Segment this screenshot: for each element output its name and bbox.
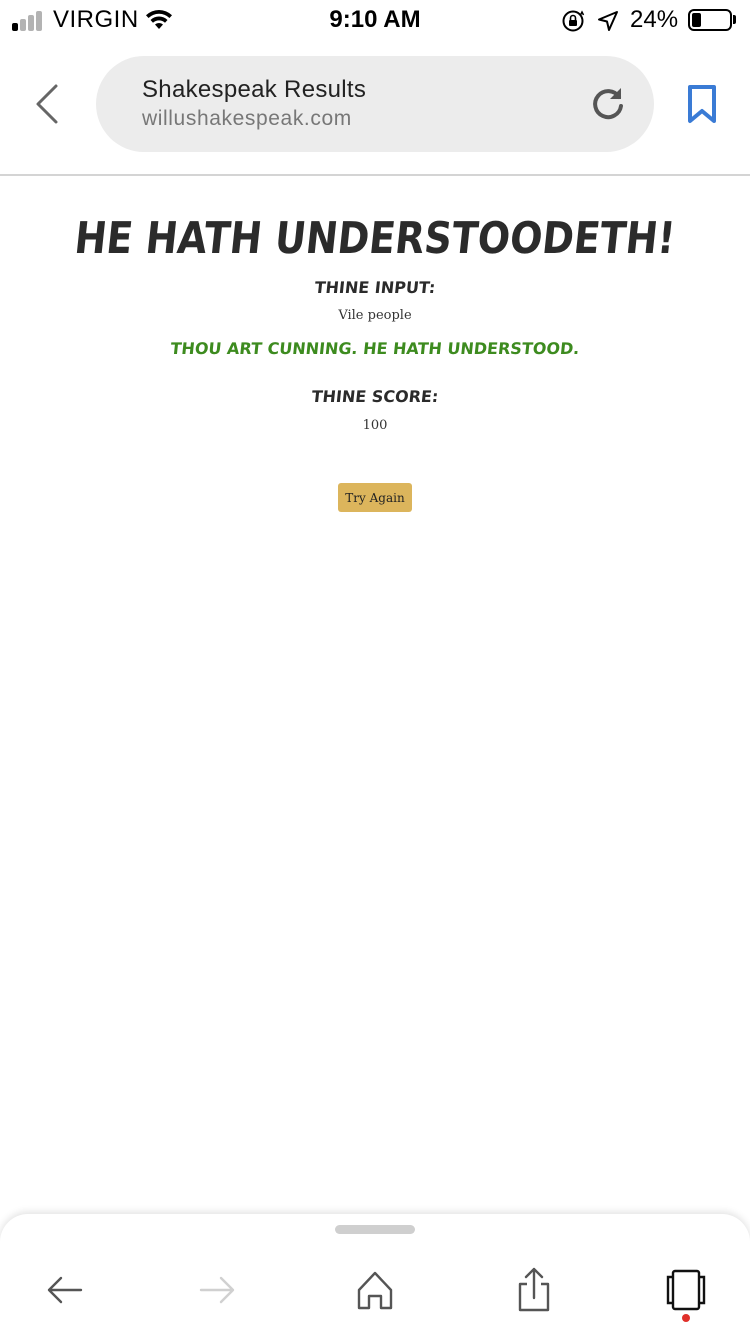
location-arrow-icon (598, 11, 618, 31)
reload-icon[interactable] (590, 85, 626, 123)
share-icon[interactable] (514, 1266, 554, 1314)
screen: VIRGIN 9:10 AM 24% Shakespeak Results wi (0, 0, 750, 1334)
status-bar: VIRGIN 9:10 AM 24% (0, 0, 750, 40)
bookmark-icon[interactable] (686, 84, 718, 124)
drag-handle[interactable] (335, 1225, 415, 1234)
input-value: Vile people (338, 308, 412, 323)
back-chevron-icon[interactable] (30, 80, 66, 128)
forward-arrow-icon[interactable] (198, 1266, 238, 1314)
orientation-lock-icon (562, 10, 585, 32)
home-icon[interactable] (355, 1266, 395, 1314)
score-value: 100 (362, 418, 388, 433)
try-again-button[interactable]: Try Again (338, 483, 412, 512)
browser-address-bar: Shakespeak Results willushakespeak.com (0, 40, 750, 176)
battery-nub (733, 15, 736, 24)
battery-icon (688, 9, 732, 31)
tabs-notification-dot (682, 1314, 690, 1322)
verdict-message: Thou art cunning. He hath understood. (169, 339, 581, 358)
score-label: Thine score: (310, 387, 440, 406)
back-arrow-icon[interactable] (44, 1266, 84, 1314)
url-field[interactable]: Shakespeak Results willushakespeak.com (96, 56, 654, 152)
battery-percent: 24% (630, 6, 679, 33)
page-domain: willushakespeak.com (142, 107, 352, 130)
tabs-icon[interactable] (664, 1266, 708, 1314)
bottom-toolbar (0, 1214, 750, 1334)
page-title: Shakespeak Results (142, 76, 367, 103)
input-label: Thine input: (313, 278, 437, 297)
page-headline: He hath understoodeth! (72, 212, 678, 264)
